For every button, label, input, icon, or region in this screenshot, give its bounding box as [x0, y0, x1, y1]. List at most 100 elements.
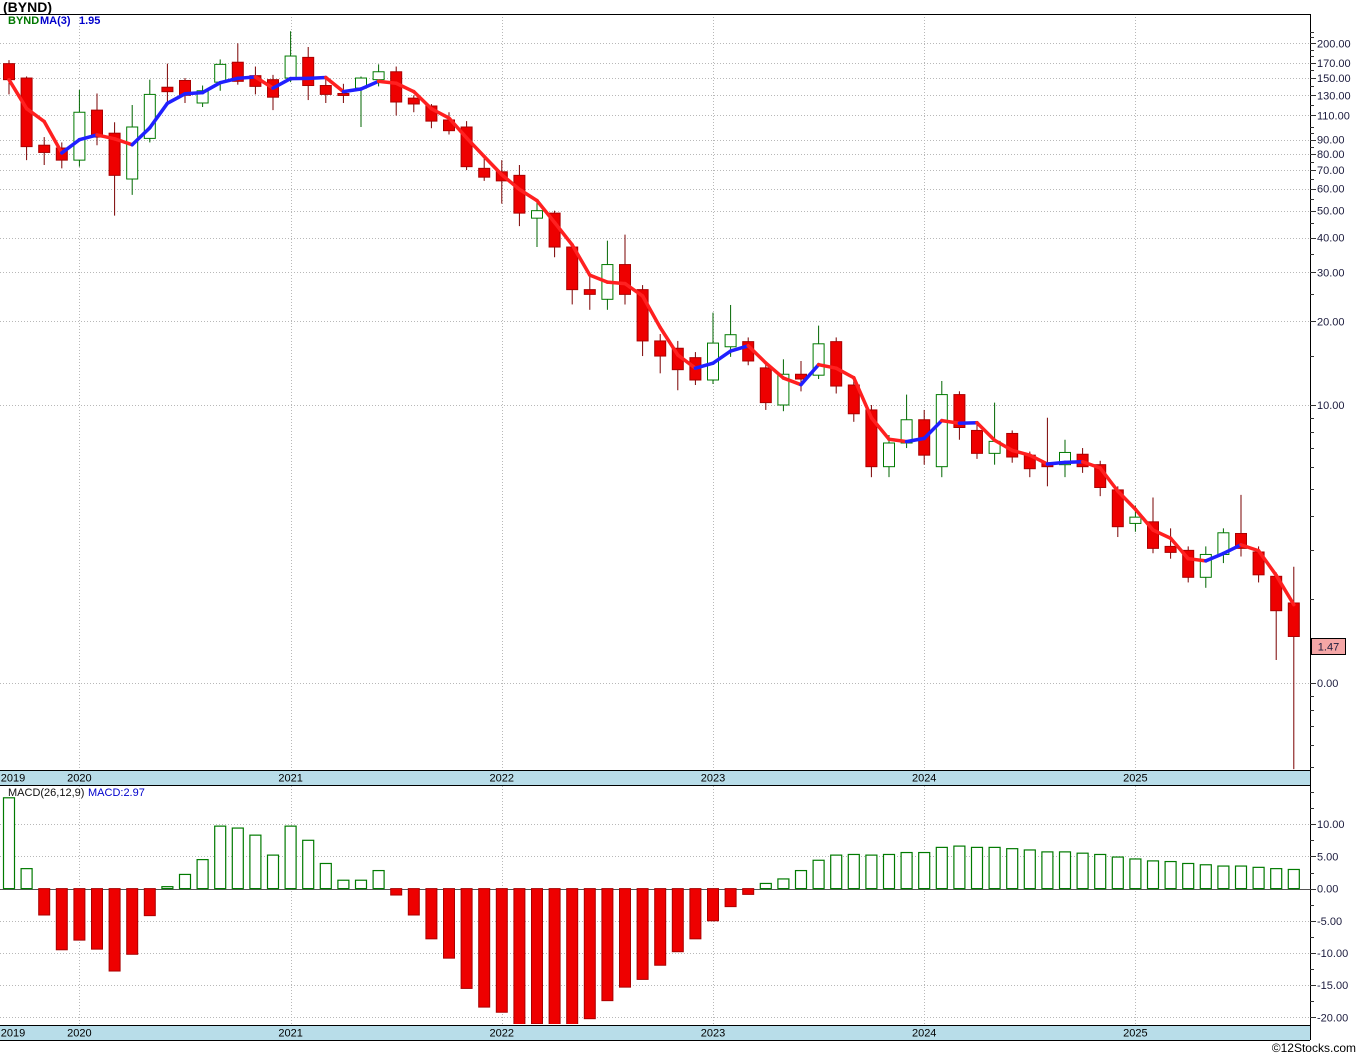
year-label-lower-2019: 2019 [1, 1028, 25, 1040]
macd-bar-2020-06 [161, 886, 174, 890]
candle-body-2023-11 [883, 442, 895, 468]
macd-bar-2020-10 [231, 827, 244, 890]
macd-bar-2022-10 [654, 888, 667, 966]
price-axis-label-200.00: 200.00 [1317, 38, 1351, 50]
macd-bar-2025-03 [1164, 860, 1177, 890]
macd-bar-2021-06 [372, 869, 385, 890]
macd-bar-2020-11 [249, 834, 262, 890]
price-axis-label-0.00: 0.00 [1317, 678, 1338, 690]
macd-bar-2022-04 [548, 888, 561, 1024]
macd-bar-2020-04 [126, 888, 139, 955]
macd-bar-2022-01 [495, 888, 508, 1013]
ma3-segment [183, 90, 205, 96]
macd-axis-label-10.00: 10.00 [1317, 819, 1345, 831]
macd-label: MACD(26,12,9) [8, 787, 85, 799]
candle-body-2023-04 [759, 367, 772, 404]
macd-bar-2020-03 [108, 888, 121, 972]
candle-body-2020-09 [214, 63, 227, 83]
macd-bar-2023-11 [882, 853, 896, 890]
candle-body-2024-06 [1006, 432, 1019, 458]
candle-body-2022-02 [513, 174, 526, 214]
macd-bar-2022-11 [671, 888, 684, 953]
ma3-segment [605, 280, 627, 286]
year-label-lower-2023: 2023 [701, 1028, 725, 1040]
candle-body-2021-08 [407, 97, 420, 105]
price-axis-label-80.00: 80.00 [1317, 149, 1345, 161]
macd-bar-2019-11 [38, 888, 51, 916]
macd-bar-2025-05 [1199, 864, 1212, 890]
macd-axis-label--10.00: -10.00 [1317, 948, 1348, 960]
candle-body-2024-04 [971, 429, 983, 454]
year-label-upper-2023: 2023 [701, 773, 725, 785]
macd-bar-2022-07 [601, 888, 614, 1002]
last-price-flag-text: 1.47 [1318, 642, 1339, 654]
macd-bar-2019-10 [20, 868, 33, 890]
macd-bar-2025-10 [1287, 868, 1300, 890]
macd-bar-2024-08 [1041, 851, 1054, 890]
macd-axis-label--15.00: -15.00 [1317, 980, 1348, 992]
candle-body-2019-09 [3, 63, 15, 81]
macd-bar-2019-12 [55, 888, 68, 951]
macd-bar-2021-08 [407, 888, 420, 916]
macd-bar-2019-09 [2, 797, 16, 890]
candle-body-2019-11 [38, 144, 51, 153]
macd-bar-2020-08 [196, 859, 209, 890]
price-gridlines [0, 43, 1310, 684]
macd-axis-labels: 10.00 5.00 0.00 -5.00 -10.00 -15.00 -20.00 [1317, 819, 1348, 1024]
price-axis-label-20.00: 20.00 [1317, 316, 1345, 328]
macd-bar-2025-04 [1182, 862, 1195, 890]
candle-body-2020-01 [73, 111, 86, 161]
macd-bar-2022-03 [531, 888, 543, 1024]
macd-bar-2024-10 [1076, 852, 1089, 890]
macd-value-label: MACD:2.97 [88, 787, 145, 799]
ma3-segment [1186, 556, 1208, 563]
ma3-segment [376, 79, 398, 86]
price-axis-label-90.00: 90.00 [1317, 135, 1345, 147]
year-label-upper-2022: 2022 [490, 773, 514, 785]
legend-ma-label: MA(3) [40, 15, 71, 27]
candle-body-2025-03 [1164, 545, 1177, 553]
candle-body-2021-01 [284, 55, 297, 79]
macd-bar-2023-07 [812, 859, 825, 890]
macd-axis-label--5.00: -5.00 [1317, 916, 1342, 928]
macd-bar-2025-06 [1217, 865, 1230, 890]
macd-axis-label-0.00: 0.00 [1317, 884, 1338, 896]
stock-chart-canvas: 200.00 170.00 150.00 130.00 110.00 90.00 80.00… [0, 14, 1351, 1041]
page-title: (BYND) [3, 0, 52, 15]
macd-bar-2021-05 [354, 879, 368, 890]
ma3-segment [887, 437, 909, 444]
candle-body-2023-02 [724, 334, 737, 348]
macd-bar-2021-03 [319, 862, 332, 890]
macd-bar-2023-04 [759, 882, 772, 890]
candle-body-2020-06 [161, 86, 174, 93]
macd-bar-2025-07 [1234, 865, 1248, 890]
year-label-upper-2019: 2019 [1, 773, 25, 785]
candle-body-2025-10 [1287, 602, 1300, 637]
macd-bar-2020-12 [266, 854, 280, 890]
candle-body-2020-02 [91, 109, 103, 138]
year-label-upper-2020: 2020 [67, 773, 91, 785]
macd-bar-2022-09 [636, 888, 649, 980]
macd-bar-2021-04 [337, 879, 350, 890]
macd-bar-2025-01 [1129, 858, 1142, 890]
year-label-upper-2024: 2024 [912, 773, 936, 785]
year-label-lower-2022: 2022 [490, 1028, 514, 1040]
price-axis-label-30.00: 30.00 [1317, 267, 1345, 279]
footer-credit: ©12Stocks.com [1271, 1041, 1356, 1055]
macd-bar-2024-05 [988, 846, 1001, 890]
candle-body-2020-04 [126, 126, 139, 180]
macd-bar-2024-09 [1058, 851, 1072, 890]
macd-bar-2021-01 [284, 825, 297, 890]
date-band-upper [0, 770, 1310, 785]
price-axis-label-70.00: 70.00 [1317, 165, 1345, 177]
macd-bar-2024-01 [918, 851, 931, 890]
price-axis-label-10.00: 10.00 [1317, 400, 1345, 412]
macd-bar-2022-12 [689, 888, 702, 940]
macd-bar-2020-02 [91, 888, 103, 950]
ma3-segment [236, 75, 258, 81]
candle-body-2021-04 [337, 92, 350, 96]
macd-bar-2023-12 [900, 851, 913, 890]
candle-body-2023-08 [830, 341, 843, 387]
ma3-segment [165, 92, 187, 106]
year-label-lower-2024: 2024 [912, 1028, 936, 1040]
